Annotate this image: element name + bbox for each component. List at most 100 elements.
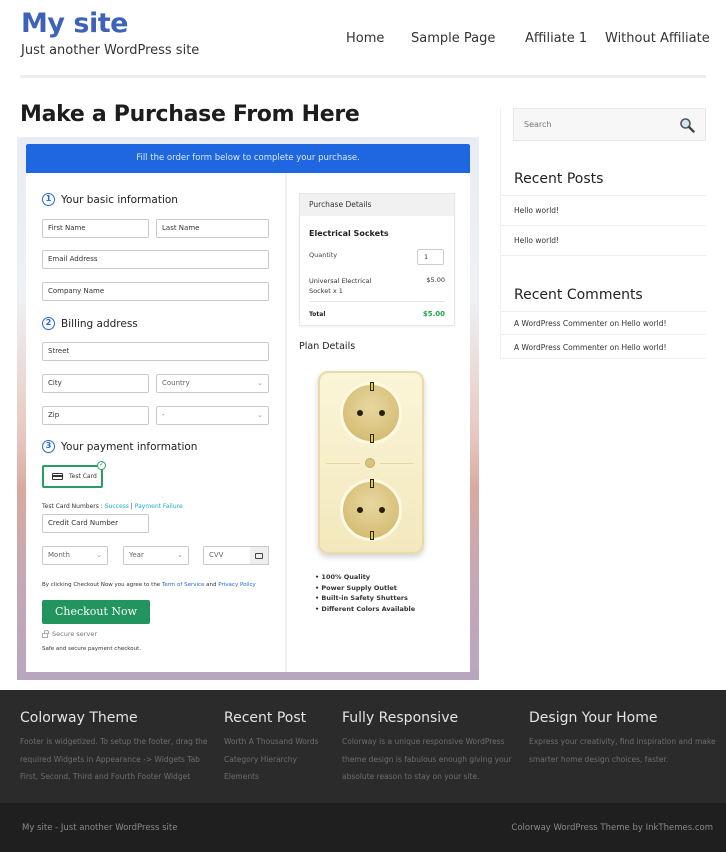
month-select[interactable]: Month ⌄: [42, 546, 108, 565]
recent-posts-title: Recent Posts: [514, 171, 604, 187]
credit-card-icon: [52, 473, 63, 480]
step-billing-address: 2 Billing address: [42, 317, 138, 330]
feature-item: Different Colors Available: [315, 604, 415, 615]
quantity-label: Quantity: [309, 251, 338, 259]
nav-item-home[interactable]: Home: [346, 31, 384, 46]
socket-pin: [379, 410, 385, 416]
electrical-socket-image: [318, 371, 424, 554]
footer-text-line: absolute reason to stay on your site.: [342, 772, 480, 781]
footer-bottom-bar: My site - Just another WordPress site Co…: [0, 803, 726, 852]
test-success-link[interactable]: Success: [105, 503, 129, 510]
divider: [501, 358, 706, 359]
socket-outlet-top: [340, 382, 402, 444]
footer-title: Recent Post: [224, 710, 307, 726]
page-title: Make a Purchase From Here: [20, 102, 360, 127]
divider: [501, 255, 706, 256]
nav-item-affiliate-1[interactable]: Affiliate 1: [525, 31, 587, 46]
footer-theme-credit[interactable]: Colorway WordPress Theme by InkThemes.co…: [511, 823, 713, 833]
terms-prefix: By clicking Checkout Now you agree to th…: [42, 582, 162, 588]
step-payment-info: 3 Your payment information: [42, 440, 197, 453]
step-number-icon: 1: [42, 193, 55, 206]
year-select[interactable]: Year ⌄: [123, 546, 189, 565]
footer-title: Colorway Theme: [20, 710, 138, 726]
footer-text: Colorway is a unique responsive WordPres…: [342, 733, 511, 786]
recent-comment-link[interactable]: A WordPress Commenter on Hello world!: [514, 319, 667, 328]
footer-post-link[interactable]: Elements: [224, 768, 319, 786]
recent-comment-link[interactable]: A WordPress Commenter on Hello world!: [514, 343, 667, 352]
terms-and: and: [204, 582, 219, 588]
footer-text: Footer is widgetized. To setup the foote…: [20, 733, 208, 786]
step-number-icon: 3: [42, 440, 55, 453]
recent-post-link[interactable]: Hello world!: [514, 206, 559, 215]
state-select[interactable]: - ⌄: [156, 406, 269, 425]
ground-clip: [370, 382, 374, 391]
divider: [501, 225, 706, 226]
footer-links: Worth A Thousand Words Category Hierarch…: [224, 733, 319, 786]
zip-field[interactable]: Zip: [42, 406, 149, 425]
footer-text-line: smarter home design choices, faster.: [529, 754, 669, 764]
country-select-value: Country: [162, 379, 190, 387]
footer-title: Fully Responsive: [342, 710, 459, 726]
step-title: Your payment information: [61, 440, 198, 453]
product-name: Electrical Sockets: [309, 229, 389, 238]
country-select[interactable]: Country ⌄: [156, 374, 269, 393]
search-box: [513, 108, 706, 141]
feature-item: Built-in Safety Shutters: [315, 593, 415, 604]
footer-text-line: required Widgets in Appearance -> Widget…: [20, 754, 200, 764]
plan-details-title: Plan Details: [299, 341, 356, 352]
step-number-icon: 2: [42, 317, 55, 330]
footer-text: Express your creativity, find inspiratio…: [529, 733, 716, 768]
email-field[interactable]: Email Address: [42, 250, 269, 269]
terms-text: By clicking Checkout Now you agree to th…: [42, 582, 256, 588]
city-field[interactable]: City: [42, 374, 149, 393]
divider: [501, 195, 706, 196]
search-input[interactable]: [524, 109, 674, 140]
step-title: Billing address: [61, 317, 138, 330]
company-field[interactable]: Company Name: [42, 282, 269, 301]
year-select-value: Year: [129, 551, 144, 559]
checkout-now-button[interactable]: Checkout Now: [42, 600, 150, 624]
test-card-numbers: Test Card Numbers : Success | Payment Fa…: [42, 503, 183, 510]
safe-checkout-text: Safe and secure payment checkout.: [42, 646, 141, 652]
purchase-details-header: Purchase Details: [300, 194, 454, 216]
nav-item-without-affiliate[interactable]: Without Affiliate: [605, 31, 710, 46]
ground-clip: [370, 434, 374, 443]
footer-post-link[interactable]: Worth A Thousand Words: [224, 733, 319, 751]
total-amount: $5.00: [422, 310, 445, 318]
search-icon[interactable]: [679, 117, 695, 133]
cvv-help-button[interactable]: [250, 546, 269, 565]
checkout-banner: Fill the order form below to complete yo…: [26, 144, 470, 173]
payment-option-test-card[interactable]: Test Card ✓: [42, 461, 106, 488]
payment-option-label: Test Card: [69, 473, 97, 480]
divider: [309, 301, 445, 302]
test-failure-link[interactable]: Payment Failure: [135, 503, 183, 510]
chevron-down-icon: ⌄: [177, 551, 183, 559]
footer-text-line: Express your creativity, find inspiratio…: [529, 737, 716, 746]
cvv-field[interactable]: CVV: [203, 546, 251, 565]
socket-pin: [379, 507, 385, 513]
socket-pin: [357, 410, 363, 416]
nav-item-sample-page[interactable]: Sample Page: [411, 31, 495, 46]
test-cards-label: Test Card Numbers :: [42, 503, 105, 510]
footer-site-credit[interactable]: My site - Just another WordPress site: [22, 823, 177, 833]
purchase-details-box: Purchase Details Electrical Sockets Quan…: [299, 193, 455, 326]
header-divider: [20, 75, 706, 78]
divider-line: [326, 463, 360, 464]
socket-outlet-bottom: [340, 479, 402, 541]
street-field[interactable]: Street: [42, 342, 269, 361]
footer-text-line: theme design is fabulous enough giving y…: [342, 754, 512, 764]
line-item-name: Universal Electrical Socket x 1: [309, 277, 372, 295]
terms-of-service-link[interactable]: Term of Service: [162, 582, 204, 588]
footer-post-link[interactable]: Category Hierarchy: [224, 751, 319, 769]
quantity-input[interactable]: 1: [417, 249, 444, 265]
step-title: Your basic information: [61, 193, 178, 206]
chevron-down-icon: ⌄: [257, 379, 263, 387]
last-name-field[interactable]: Last Name: [156, 219, 269, 238]
first-name-field[interactable]: First Name: [42, 219, 149, 238]
recent-post-link[interactable]: Hello world!: [514, 236, 559, 245]
main-nav: Home Sample Page Affiliate 1 Without Aff…: [0, 31, 726, 51]
state-select-value: -: [162, 411, 165, 419]
privacy-policy-link[interactable]: Privacy Policy: [218, 582, 255, 588]
plan-features-list: 100% Quality Power Supply Outlet Built-i…: [315, 572, 415, 614]
card-number-field[interactable]: Credit Card Number: [42, 514, 149, 533]
